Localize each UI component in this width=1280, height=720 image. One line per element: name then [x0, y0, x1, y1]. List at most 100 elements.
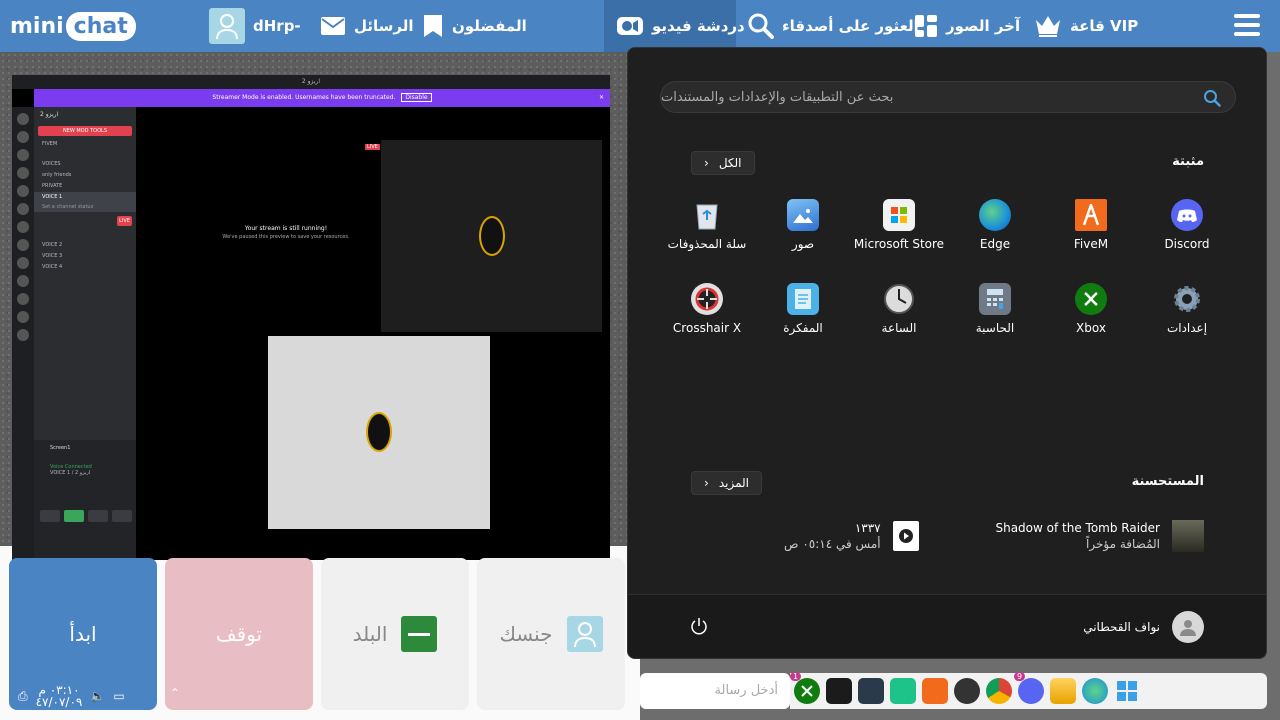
more-button[interactable]: › المزيد	[691, 471, 762, 495]
app-label: Xbox	[1076, 321, 1106, 335]
new-mod-tools-button[interactable]: NEW MOD TOOLS	[38, 126, 132, 136]
game-taskbar-icon[interactable]	[826, 678, 852, 704]
envelope-icon	[320, 16, 346, 36]
server-icon[interactable]	[17, 149, 29, 161]
start-button-taskbar-icon[interactable]	[1114, 678, 1140, 704]
crown-icon	[1034, 14, 1062, 38]
country-label: البلد	[352, 622, 388, 646]
server-icon[interactable]	[17, 311, 29, 323]
stop-label: توقف	[215, 622, 263, 646]
recommended-item-tomb-raider[interactable]: Shadow of the Tomb Raider المُضافة مؤخرا…	[995, 516, 1204, 556]
share-screen-button[interactable]	[64, 510, 84, 522]
hamburger-menu-icon[interactable]	[1234, 14, 1260, 36]
app-calculator[interactable]: الحاسبة	[947, 283, 1043, 353]
voice-user-live[interactable]: LIVE	[34, 216, 136, 226]
channel-item[interactable]: only friends	[34, 170, 136, 180]
message-input[interactable]: أدخل رسالة	[640, 673, 790, 709]
server-icon[interactable]	[17, 329, 29, 341]
server-icon[interactable]	[17, 221, 29, 233]
language-icon[interactable]: ⎙	[18, 689, 28, 704]
app-crosshair-x[interactable]: Crosshair X	[659, 283, 755, 353]
channel-category[interactable]: VOICES	[34, 159, 136, 169]
crosshair-icon	[691, 283, 723, 315]
selected-voice-channel[interactable]: VOICE 1 Set a channel status	[34, 192, 136, 212]
chrome-taskbar-icon[interactable]	[986, 678, 1012, 704]
activity-button[interactable]	[88, 510, 108, 522]
soundboard-button[interactable]	[112, 510, 132, 522]
app-microsoft-store[interactable]: Microsoft Store	[851, 199, 947, 269]
nav-recent-photos[interactable]: آخر الصور	[914, 0, 1020, 52]
app-clock[interactable]: الساعة	[851, 283, 947, 353]
all-apps-button[interactable]: › الكل	[691, 151, 755, 175]
nav-messages-label: الرسائل	[354, 17, 414, 35]
file-explorer-taskbar-icon[interactable]	[1050, 678, 1076, 704]
server-name[interactable]: 2 اريزو	[34, 107, 136, 123]
nav-favorites[interactable]: المفضلون	[422, 0, 527, 52]
channel-item[interactable]: PRIVATE	[34, 181, 136, 191]
app-label: إعدادات	[1166, 321, 1208, 335]
user-avatar-icon	[209, 8, 245, 44]
volume-icon[interactable]: 🔈	[90, 689, 105, 703]
notepad-icon	[787, 283, 819, 315]
tomb-raider-icon	[1172, 520, 1204, 552]
selected-channel-name: VOICE 1	[42, 194, 63, 200]
user-account-button[interactable]: نواف القحطاني	[1083, 611, 1204, 643]
minichat-logo[interactable]: mini chat	[10, 8, 136, 44]
server-icon[interactable]	[17, 131, 29, 143]
stream-tile-user[interactable]	[268, 336, 490, 529]
recycle-bin-icon	[691, 199, 723, 231]
nav-video-chat[interactable]: دردشة فيديو	[604, 0, 745, 52]
gpu-app-taskbar-icon[interactable]	[858, 678, 884, 704]
app-notepad[interactable]: المفكرة	[755, 283, 851, 353]
app-xbox[interactable]: Xbox	[1043, 283, 1139, 353]
country-selector[interactable]: البلد	[321, 558, 469, 710]
nav-messages[interactable]: الرسائل	[320, 0, 414, 52]
gender-selector[interactable]: جنسك	[477, 558, 625, 710]
tray-chevron-up-icon[interactable]: ⌃	[170, 686, 180, 700]
bookmark-icon	[422, 14, 444, 38]
profile-link[interactable]: dHrp-	[209, 0, 301, 52]
chat-app-taskbar-icon[interactable]	[890, 678, 916, 704]
channel-item[interactable]: VOICE 2	[34, 240, 136, 250]
obs-taskbar-icon[interactable]	[954, 678, 980, 704]
discord-taskbar-icon[interactable]: 9	[1014, 672, 1044, 704]
app-fivem[interactable]: FiveM	[1043, 199, 1139, 269]
server-icon[interactable]	[17, 167, 29, 179]
app-recycle-bin[interactable]: سلة المحذوفات	[659, 199, 755, 269]
channel-item[interactable]: VOICE 4	[34, 262, 136, 272]
channel-item[interactable]: FIVEM	[34, 139, 136, 149]
app-settings[interactable]: إعدادات	[1139, 283, 1235, 353]
server-icon[interactable]	[17, 185, 29, 197]
app-discord[interactable]: Discord	[1139, 199, 1235, 269]
xbox-taskbar-icon[interactable]: 1	[790, 672, 820, 704]
recommended-item-video[interactable]: ١٣٣٧ أمس في ٠٥:١٤ ص	[784, 516, 919, 556]
app-edge[interactable]: Edge	[947, 199, 1043, 269]
nav-recent-photos-label: آخر الصور	[946, 17, 1021, 35]
stream-tile-live[interactable]: LIVE	[365, 140, 602, 332]
app-label: سلة المحذوفات	[667, 237, 747, 251]
app-photos[interactable]: صور	[755, 199, 851, 269]
app-label: Microsoft Store	[853, 237, 945, 251]
server-icon[interactable]	[17, 239, 29, 251]
server-icon[interactable]	[17, 113, 29, 125]
server-icon[interactable]	[17, 275, 29, 287]
server-icon[interactable]	[17, 257, 29, 269]
server-icon[interactable]	[17, 293, 29, 305]
nav-vip-hall[interactable]: قاعة VIP	[1034, 0, 1138, 52]
disable-streamer-button[interactable]: Disable	[401, 93, 432, 102]
stop-button[interactable]: توقف	[165, 558, 313, 710]
clock[interactable]: ٠٣:١٠ م ٤٧/٠٧/٠٩	[36, 684, 83, 708]
camera-button[interactable]	[40, 510, 60, 522]
discord-channel-list: 2 اريزو NEW MOD TOOLS FIVEM VOICES only …	[34, 107, 136, 560]
server-icon[interactable]	[17, 203, 29, 215]
username-label: dHrp-	[253, 17, 301, 35]
close-banner-icon[interactable]: ✕	[599, 89, 604, 107]
edge-taskbar-icon[interactable]	[1082, 678, 1108, 704]
channel-item[interactable]: VOICE 3	[34, 251, 136, 261]
power-icon[interactable]	[690, 617, 708, 639]
fivem-taskbar-icon[interactable]	[922, 678, 948, 704]
screen-share-label[interactable]: Screen1	[34, 440, 136, 456]
start-search-field[interactable]: بحث عن التطبيقات والإعدادات والمستندات	[660, 81, 1236, 113]
network-icon[interactable]: ▭	[113, 689, 124, 703]
nav-find-friends[interactable]: العثور على أصدقاء	[748, 0, 919, 52]
